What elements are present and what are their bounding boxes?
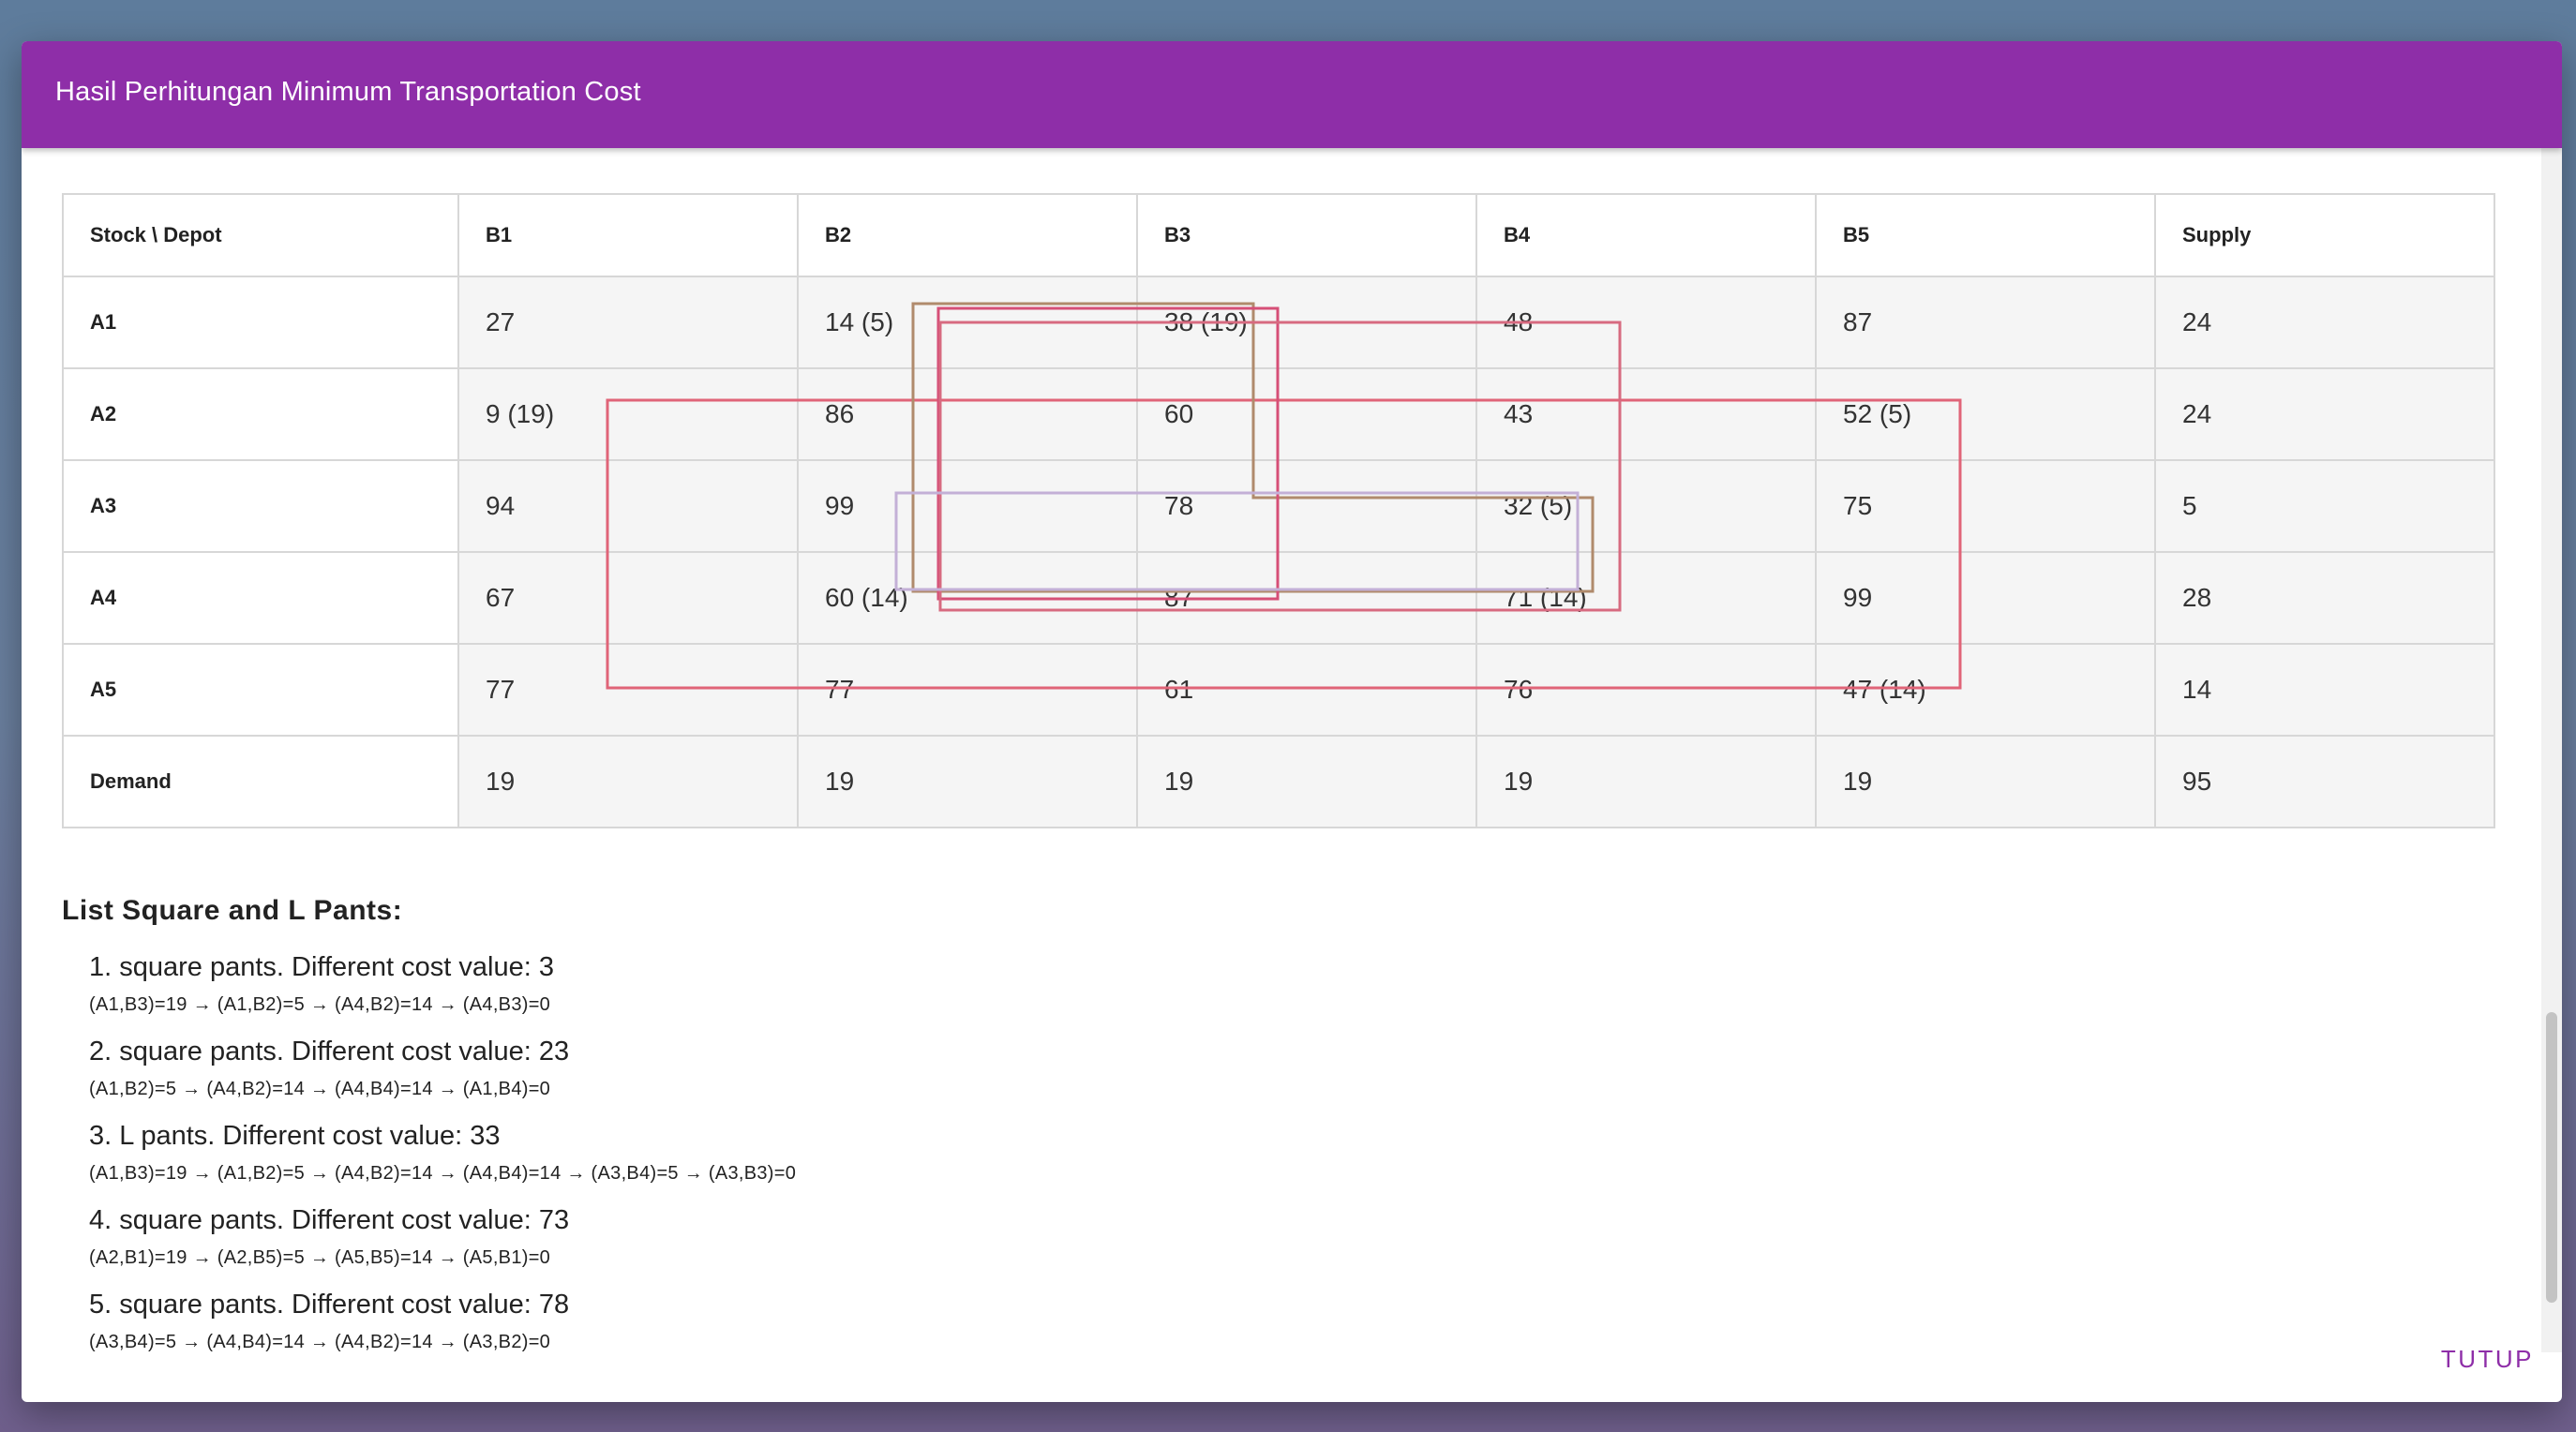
demand-cell: 19 (1475, 735, 1817, 828)
supply-cell: 24 (2154, 367, 2495, 461)
header-b4: B4 (1475, 193, 1817, 277)
table-cell: 99 (1815, 551, 2156, 645)
table-cell: 52 (5) (1815, 367, 2156, 461)
supply-cell: 24 (2154, 276, 2495, 369)
dialog-header: Hasil Perhitungan Minimum Transportation… (22, 41, 2562, 148)
list-item: 3. L pants. Different cost value: 33 (A1… (89, 1121, 796, 1205)
table-cell: 48 (1475, 276, 1817, 369)
row-label: Demand (62, 735, 459, 828)
row-label: A1 (62, 276, 459, 369)
table-cell: 60 (1136, 367, 1477, 461)
header-b3: B3 (1136, 193, 1477, 277)
scrollbar-thumb[interactable] (2546, 1012, 2557, 1303)
table-row: A2 9 (19) 86 60 43 52 (5) 24 (62, 367, 2495, 461)
table-cell: 75 (1815, 459, 2156, 553)
table-header-row: Stock \ Depot B1 B2 B3 B4 B5 Supply (62, 193, 2495, 277)
table-row: A4 67 60 (14) 87 71 (14) 99 28 (62, 551, 2495, 645)
list-item-text: 3. L pants. Different cost value: 33 (89, 1121, 501, 1151)
demand-cell: 19 (797, 735, 1138, 828)
table-cell: 78 (1136, 459, 1477, 553)
table-cell: 67 (457, 551, 799, 645)
list-item-path: (A1,B3)=19 → (A1,B2)=5 → (A4,B2)=14 → (A… (89, 1163, 797, 1184)
table-row: A1 27 14 (5) 38 (19) 48 87 24 (62, 276, 2495, 369)
transportation-table-wrap: Stock \ Depot B1 B2 B3 B4 B5 Supply A1 2… (62, 193, 2495, 851)
header-b5: B5 (1815, 193, 2156, 277)
list-item-path: (A1,B3)=19 → (A1,B2)=5 → (A4,B2)=14 → (A… (89, 994, 551, 1015)
table-cell: 77 (457, 643, 799, 737)
supply-cell: 5 (2154, 459, 2495, 553)
list-item: 4. square pants. Different cost value: 7… (89, 1205, 796, 1290)
dialog-title: Hasil Perhitungan Minimum Transportation… (55, 77, 641, 107)
pants-list: 1. square pants. Different cost value: 3… (89, 952, 796, 1352)
supply-cell: 14 (2154, 643, 2495, 737)
list-item-path: (A2,B1)=19 → (A2,B5)=5 → (A5,B5)=14 → (A… (89, 1247, 551, 1268)
table-row: A5 77 77 61 76 47 (14) 14 (62, 643, 2495, 737)
header-supply: Supply (2154, 193, 2495, 277)
table-cell: 77 (797, 643, 1138, 737)
header-b2: B2 (797, 193, 1138, 277)
table-cell: 14 (5) (797, 276, 1138, 369)
list-item-text: 1. square pants. Different cost value: 3 (89, 952, 554, 982)
demand-cell: 19 (1815, 735, 2156, 828)
table-cell: 43 (1475, 367, 1817, 461)
vertical-scrollbar[interactable] (2541, 148, 2562, 1352)
table-cell: 71 (14) (1475, 551, 1817, 645)
table-cell: 99 (797, 459, 1138, 553)
list-item-text: 2. square pants. Different cost value: 2… (89, 1037, 570, 1067)
list-item: 2. square pants. Different cost value: 2… (89, 1037, 796, 1121)
table-row: A3 94 99 78 32 (5) 75 5 (62, 459, 2495, 553)
table-cell: 61 (1136, 643, 1477, 737)
list-item-text: 4. square pants. Different cost value: 7… (89, 1205, 570, 1235)
table-cell: 87 (1136, 551, 1477, 645)
dialog-body[interactable]: Stock \ Depot B1 B2 B3 B4 B5 Supply A1 2… (22, 148, 2541, 1352)
header-stock-depot: Stock \ Depot (62, 193, 459, 277)
demand-row: Demand 19 19 19 19 19 95 (62, 735, 2495, 828)
row-label: A5 (62, 643, 459, 737)
table-cell: 27 (457, 276, 799, 369)
supply-cell: 28 (2154, 551, 2495, 645)
list-item: 5. square pants. Different cost value: 7… (89, 1290, 796, 1352)
demand-cell: 19 (1136, 735, 1477, 828)
transportation-table: Stock \ Depot B1 B2 B3 B4 B5 Supply A1 2… (62, 193, 2495, 828)
table-cell: 76 (1475, 643, 1817, 737)
header-b1: B1 (457, 193, 799, 277)
demand-cell: 19 (457, 735, 799, 828)
table-cell: 38 (19) (1136, 276, 1477, 369)
list-title: List Square and L Pants: (62, 895, 403, 926)
total-cell: 95 (2154, 735, 2495, 828)
table-cell: 32 (5) (1475, 459, 1817, 553)
table-cell: 87 (1815, 276, 2156, 369)
row-label: A3 (62, 459, 459, 553)
list-item-text: 5. square pants. Different cost value: 7… (89, 1290, 570, 1320)
table-cell: 47 (14) (1815, 643, 2156, 737)
list-item-path: (A1,B2)=5 → (A4,B2)=14 → (A4,B4)=14 → (A… (89, 1079, 551, 1099)
table-cell: 9 (19) (457, 367, 799, 461)
close-button[interactable]: TUTUP (2441, 1345, 2534, 1374)
row-label: A2 (62, 367, 459, 461)
table-cell: 94 (457, 459, 799, 553)
table-cell: 86 (797, 367, 1138, 461)
list-item: 1. square pants. Different cost value: 3… (89, 952, 796, 1037)
row-label: A4 (62, 551, 459, 645)
table-cell: 60 (14) (797, 551, 1138, 645)
result-dialog: Hasil Perhitungan Minimum Transportation… (22, 41, 2562, 1402)
list-item-path: (A3,B4)=5 → (A4,B4)=14 → (A4,B2)=14 → (A… (89, 1332, 551, 1352)
